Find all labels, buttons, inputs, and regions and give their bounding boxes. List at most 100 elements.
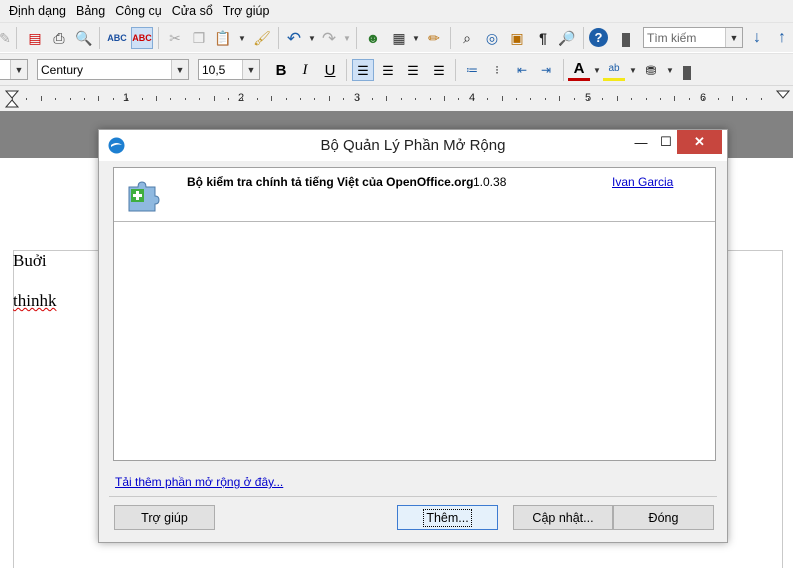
print-icon[interactable]: ⎙ bbox=[48, 27, 70, 49]
find-previous-icon[interactable]: ↑ bbox=[771, 27, 793, 49]
add-button[interactable]: Thêm... bbox=[397, 505, 498, 530]
navigator-icon[interactable]: ◎ bbox=[481, 27, 503, 49]
ruler-mark bbox=[544, 98, 546, 100]
font-name-dropdown-icon[interactable]: ▼ bbox=[171, 60, 188, 79]
style-select[interactable]: ▼ bbox=[0, 59, 28, 80]
ruler-number: 3 bbox=[354, 92, 361, 104]
decrease-indent-icon[interactable]: ⇤ bbox=[511, 59, 533, 81]
font-color-icon[interactable]: A bbox=[568, 59, 590, 81]
dialog-titlebar[interactable]: Bộ Quản Lý Phần Mở Rộng — ☐ ✕ bbox=[99, 130, 727, 161]
cut-icon[interactable]: ✂ bbox=[164, 27, 186, 49]
help-icon[interactable]: ? bbox=[589, 28, 608, 47]
help-button[interactable]: Trợ giúp bbox=[114, 505, 215, 530]
menu-window[interactable]: Cửa sổ bbox=[172, 1, 213, 21]
highlight-dropdown-icon[interactable]: ▼ bbox=[629, 66, 637, 75]
table-icon[interactable]: ▦ bbox=[388, 27, 410, 49]
close-icon[interactable]: ✕ bbox=[677, 130, 722, 154]
toolbar-separator bbox=[455, 59, 456, 81]
redo-icon[interactable]: ↷ bbox=[318, 27, 340, 49]
export-pdf-icon[interactable]: ▤ bbox=[24, 27, 46, 49]
ruler-mark bbox=[213, 96, 215, 101]
zoom-icon[interactable]: 🔎 bbox=[556, 27, 578, 49]
clone-formatting-icon[interactable]: 🖌 bbox=[251, 27, 273, 49]
highlight-icon[interactable]: ab bbox=[603, 59, 625, 81]
menu-format[interactable]: Định dạng bbox=[9, 1, 66, 21]
search-dropdown-icon[interactable]: ▼ bbox=[725, 28, 742, 47]
update-button[interactable]: Cập nhật... bbox=[513, 505, 613, 530]
ruler-mark bbox=[40, 96, 42, 101]
extension-list[interactable]: Bộ kiểm tra chính tả tiếng Việt của Open… bbox=[113, 167, 716, 461]
ruler-mark bbox=[199, 98, 201, 100]
spellcheck-icon[interactable]: ABC bbox=[106, 27, 128, 49]
italic-icon[interactable]: I bbox=[294, 59, 316, 81]
help-button-label: Trợ giúp bbox=[141, 510, 188, 525]
ruler-mark bbox=[170, 98, 172, 100]
menubar: Định dạng Bảng Công cụ Cửa sổ Trợ giúp bbox=[0, 0, 793, 22]
paste-dropdown-icon[interactable]: ▼ bbox=[238, 34, 246, 43]
font-size-value: 10,5 bbox=[202, 62, 226, 77]
undo-dropdown-icon[interactable]: ▼ bbox=[308, 34, 316, 43]
copy-icon[interactable]: ❐ bbox=[188, 27, 210, 49]
font-size-select[interactable]: 10,5 ▼ bbox=[198, 59, 260, 80]
edit-icon[interactable]: ✎ bbox=[0, 27, 16, 49]
ruler-mark bbox=[415, 98, 417, 100]
toolbar-separator bbox=[278, 27, 279, 49]
ruler-mark bbox=[631, 98, 633, 100]
paste-icon[interactable]: 📋 bbox=[212, 27, 234, 49]
ruler-mark bbox=[69, 98, 71, 100]
numbering-icon[interactable]: ≔ bbox=[461, 59, 483, 81]
update-button-label: Cập nhật... bbox=[532, 510, 594, 525]
align-center-icon[interactable]: ☰ bbox=[377, 59, 399, 81]
style-dropdown-icon[interactable]: ▼ bbox=[10, 60, 27, 79]
toolbar-overflow-icon[interactable] bbox=[622, 33, 630, 47]
table-dropdown-icon[interactable]: ▼ bbox=[412, 34, 420, 43]
increase-indent-icon[interactable]: ⇥ bbox=[535, 59, 557, 81]
justify-icon[interactable]: ☰ bbox=[428, 59, 450, 81]
show-draw-functions-icon[interactable]: ✏ bbox=[423, 27, 445, 49]
background-color-dropdown-icon[interactable]: ▼ bbox=[666, 66, 674, 75]
ruler-mark bbox=[674, 96, 676, 101]
bold-icon[interactable]: B bbox=[270, 59, 292, 81]
maximize-icon[interactable]: ☐ bbox=[655, 130, 677, 154]
ruler-mark bbox=[501, 96, 503, 101]
find-next-icon[interactable]: ↓ bbox=[746, 27, 768, 49]
menu-tools[interactable]: Công cụ bbox=[115, 1, 162, 21]
menu-help[interactable]: Trợ giúp bbox=[223, 1, 270, 21]
bullets-icon[interactable]: ⁝ bbox=[486, 59, 508, 81]
horizontal-ruler[interactable]: 1 2 3 4 5 6 bbox=[0, 85, 793, 111]
formatting-marks-icon[interactable]: ¶ bbox=[532, 27, 554, 49]
find-replace-icon[interactable]: ⌕ bbox=[456, 27, 478, 49]
document-line-1[interactable]: Buởi bbox=[13, 251, 47, 271]
background-color-icon[interactable]: ⛃ bbox=[640, 59, 662, 81]
align-left-icon[interactable]: ☰ bbox=[352, 59, 374, 81]
gallery-icon[interactable]: ▣ bbox=[506, 27, 528, 49]
undo-icon[interactable]: ↶ bbox=[283, 27, 305, 49]
print-preview-icon[interactable]: 🔍 bbox=[73, 27, 95, 49]
extension-publisher-link[interactable]: Ivan Garcia bbox=[612, 175, 673, 189]
ruler-mark bbox=[602, 98, 604, 100]
align-right-icon[interactable]: ☰ bbox=[402, 59, 424, 81]
search-input[interactable]: Tìm kiếm ▼ bbox=[643, 27, 743, 48]
ruler-mark bbox=[444, 96, 445, 101]
toolbar-overflow-icon[interactable] bbox=[683, 66, 691, 80]
close-button[interactable]: Đóng bbox=[613, 505, 714, 530]
ruler-number: 1 bbox=[123, 92, 130, 104]
font-size-dropdown-icon[interactable]: ▼ bbox=[242, 60, 259, 79]
font-color-dropdown-icon[interactable]: ▼ bbox=[593, 66, 601, 75]
font-name-select[interactable]: Century ▼ bbox=[37, 59, 189, 80]
ruler-mark bbox=[746, 98, 748, 100]
toolbar-separator bbox=[356, 27, 357, 49]
ruler-mark bbox=[112, 98, 114, 100]
redo-dropdown-icon[interactable]: ▼ bbox=[343, 34, 351, 43]
extension-row[interactable]: Bộ kiểm tra chính tả tiếng Việt của Open… bbox=[114, 168, 715, 222]
ruler-mark bbox=[717, 98, 719, 100]
ruler-mark bbox=[372, 98, 373, 100]
menu-table[interactable]: Bảng bbox=[76, 1, 105, 21]
minimize-icon[interactable]: — bbox=[630, 130, 652, 154]
autospellcheck-icon[interactable]: ABC bbox=[131, 27, 153, 49]
navigator-globe-icon[interactable]: ☻ bbox=[362, 27, 384, 49]
get-more-extensions-link[interactable]: Tải thêm phần mở rộng ở đây... bbox=[115, 475, 283, 489]
document-line-2[interactable]: thinhk bbox=[13, 291, 56, 311]
underline-icon[interactable]: U bbox=[319, 59, 341, 81]
right-indent-marker-icon[interactable] bbox=[776, 90, 790, 108]
